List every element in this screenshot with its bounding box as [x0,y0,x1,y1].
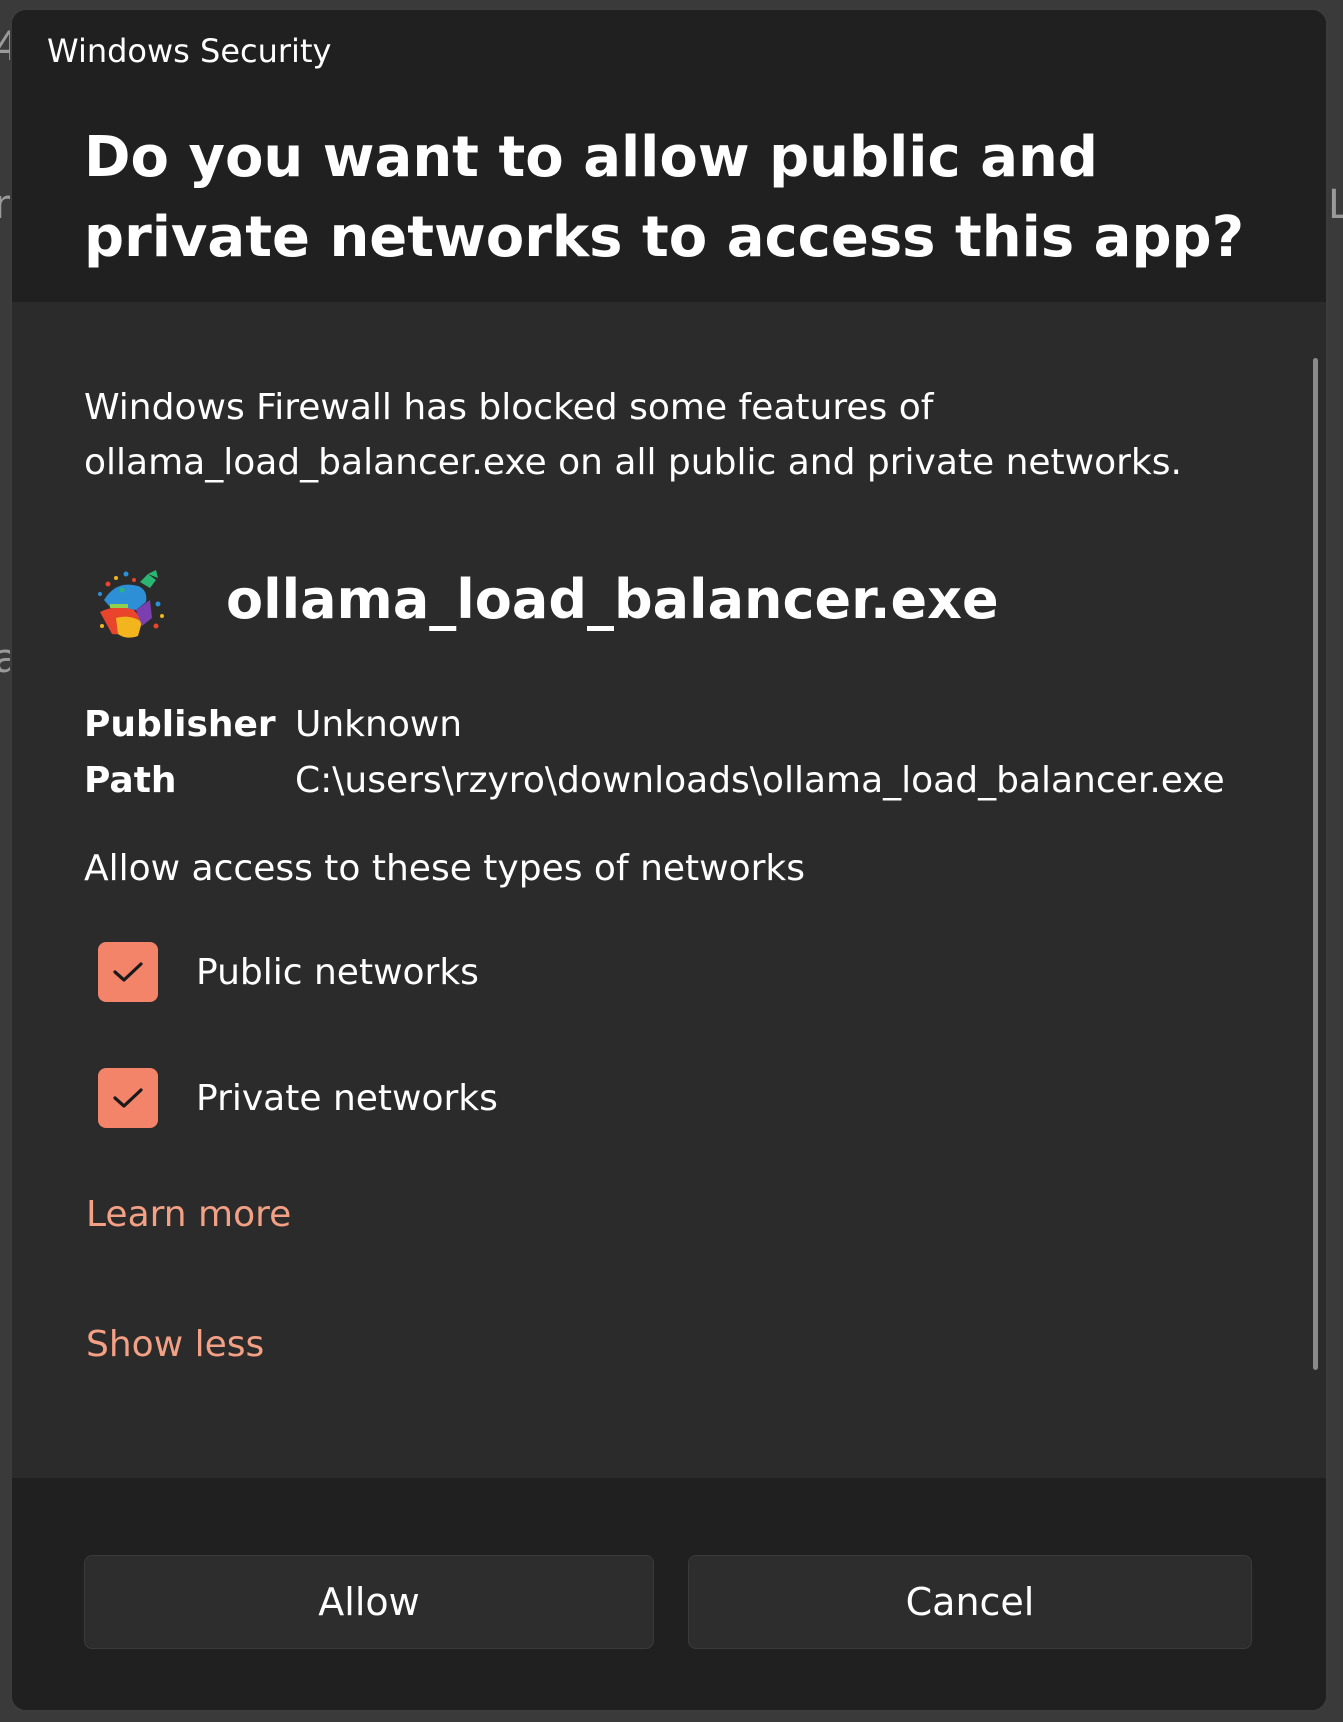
app-name: ollama_load_balancer.exe [226,568,999,631]
content-scrollbar[interactable] [1313,358,1318,1370]
private-networks-label: Private networks [196,1077,498,1119]
checkmark-icon [113,1088,143,1108]
private-networks-checkbox-row[interactable]: Private networks [98,1068,498,1128]
public-networks-checkbox-row[interactable]: Public networks [98,942,479,1002]
dialog-content: Windows Firewall has blocked some featur… [12,302,1326,1478]
cancel-button[interactable]: Cancel [688,1555,1252,1649]
allow-button[interactable]: Allow [84,1555,654,1649]
publisher-label: Publisher [84,704,276,745]
dialog-header: Windows Security Do you want to allow pu… [12,10,1326,302]
private-networks-checkbox[interactable] [98,1068,158,1128]
dialog-question: Do you want to allow public and private … [84,125,1245,270]
learn-more-link[interactable]: Learn more [86,1194,291,1235]
public-networks-label: Public networks [196,951,479,993]
public-networks-checkbox[interactable] [98,942,158,1002]
firewall-description: Windows Firewall has blocked some featur… [84,387,1182,483]
networks-heading: Allow access to these types of networks [84,848,806,889]
ollama-app-icon [86,560,176,650]
path-label: Path [84,760,177,801]
publisher-value: Unknown [295,704,463,745]
checkmark-icon [113,962,143,982]
dialog-footer: Allow Cancel [12,1478,1326,1710]
window-title: Windows Security [47,32,332,70]
windows-security-dialog: Windows Security Do you want to allow pu… [10,8,1328,1712]
background-window-fragment: L [1328,182,1343,228]
show-less-link[interactable]: Show less [86,1324,264,1365]
path-value: C:\users\rzyro\downloads\ollama_load_bal… [295,760,1225,801]
